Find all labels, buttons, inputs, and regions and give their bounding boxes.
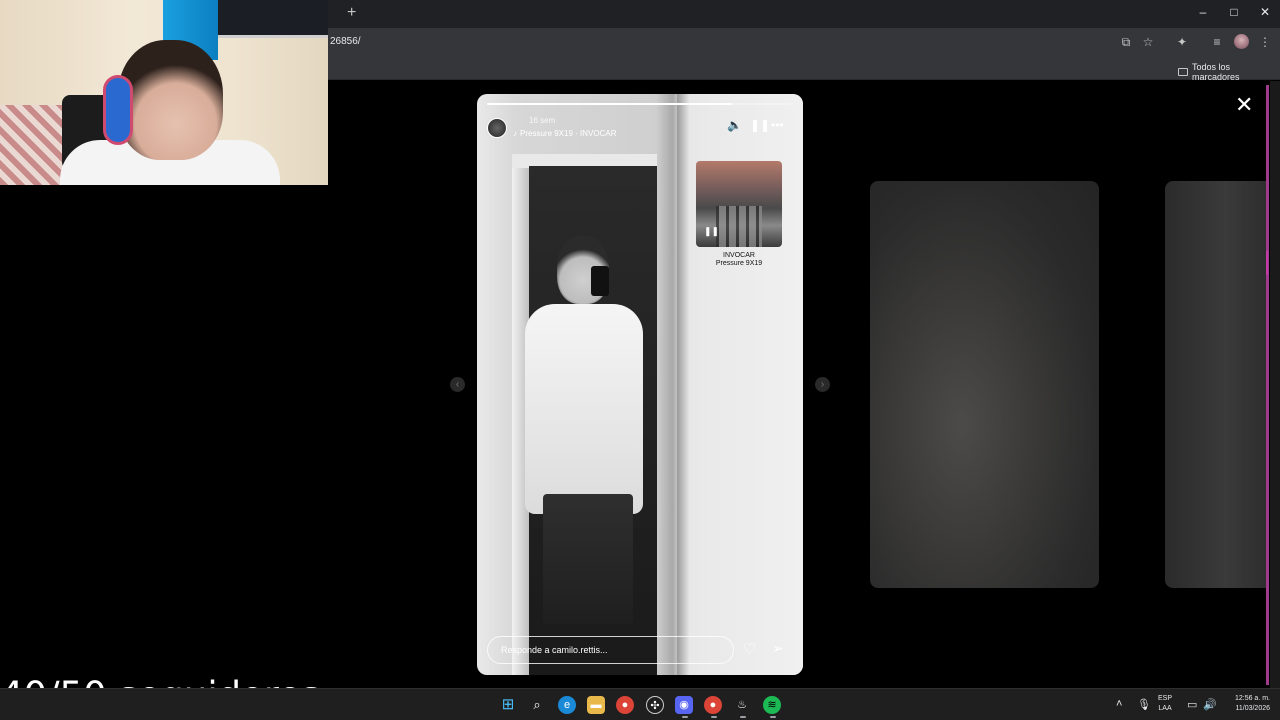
spotify-running-indicator (770, 716, 776, 718)
volume-icon[interactable]: 🔈 (727, 118, 742, 132)
previous-story-button[interactable]: ‹ (450, 377, 465, 392)
openai-icon[interactable]: ✣ (646, 696, 664, 714)
window-close-button[interactable]: ✕ (1255, 5, 1275, 19)
chrome-profile-icon[interactable]: ● (704, 696, 722, 714)
next-story-button[interactable]: › (815, 377, 830, 392)
story-card[interactable]: 16 sem ♪ Pressure 9X19 · INVOCAR 🔈 ❚❚ ••… (477, 94, 803, 675)
maximize-button[interactable]: □ (1224, 5, 1244, 19)
story-photo-person (525, 304, 643, 514)
sticker-pause-icon: ❚❚ (704, 226, 720, 236)
sticker-artist: INVOCAR (723, 252, 755, 259)
discord-running-indicator (682, 716, 688, 718)
taskbar-clock[interactable]: 12:56 a. m. 11/03/2026 (1222, 694, 1270, 714)
search-icon[interactable]: ⌕ (528, 696, 546, 714)
story-user-avatar[interactable] (487, 118, 507, 138)
story-photo-phone (591, 266, 609, 296)
language-layout: LAA (1158, 705, 1172, 712)
music-sticker[interactable]: ❚❚ (696, 161, 782, 247)
close-story-icon[interactable]: ✕ (1235, 94, 1253, 116)
next-story-preview[interactable] (870, 181, 1099, 588)
sticker-cover-art (716, 206, 762, 247)
folder-icon (1178, 68, 1188, 76)
like-heart-icon[interactable]: ♡ (743, 640, 756, 658)
clock-time: 12:56 a. m. (1234, 695, 1270, 702)
story-progress-bar (487, 103, 793, 105)
start-icon[interactable]: ⊞ (499, 696, 517, 714)
all-bookmarks-folder[interactable]: Todos los marcadores (1178, 62, 1280, 82)
windows-taskbar: ⊞ ⌕ e ▬ ● ✣ ◉ ● ♨ ≋ ˄ 🎙 ESP LAA ▭ 🔊 12:5… (0, 688, 1280, 720)
chrome-icon[interactable]: ● (616, 696, 634, 714)
chrome-active-indicator (711, 716, 717, 718)
webcam-person-head (118, 40, 223, 160)
media-controls-icon[interactable]: ≡ (1209, 34, 1225, 50)
microphone-icon[interactable]: 🎙 (1137, 698, 1151, 711)
spotify-icon[interactable]: ≋ (763, 696, 781, 714)
reply-input[interactable]: Responde a camilo.rettis... (487, 636, 734, 664)
scrollbar-accent (1266, 85, 1269, 685)
clock-date: 11/03/2026 (1235, 705, 1270, 712)
edge-icon[interactable]: e (558, 696, 576, 714)
story-time-ago: 16 sem (529, 116, 556, 125)
story-photo-legs (543, 494, 633, 624)
steam-icon[interactable]: ♨ (733, 696, 751, 714)
url-text[interactable]: 26856/ (330, 36, 361, 47)
install-app-icon[interactable]: ⧉ (1118, 34, 1134, 50)
new-tab-button[interactable]: + (347, 4, 356, 22)
file-explorer-icon[interactable]: ▬ (587, 696, 605, 714)
webcam-overlay (0, 0, 328, 185)
music-note-icon: ♪ (513, 129, 517, 138)
send-icon[interactable]: ➢ (772, 640, 784, 657)
language-code: ESP (1158, 695, 1173, 702)
page-scrollbar[interactable] (1270, 81, 1280, 688)
bookmark-star-icon[interactable]: ☆ (1140, 34, 1156, 50)
all-bookmarks-label: Todos los marcadores (1192, 62, 1240, 82)
webcam-window-bg (218, 0, 328, 38)
pause-icon[interactable]: ❚❚ (750, 118, 770, 132)
steam-running-indicator (740, 716, 746, 718)
speaker-icon[interactable]: 🔊 (1203, 698, 1217, 711)
extensions-icon[interactable]: ✦ (1174, 34, 1190, 50)
story-music-label[interactable]: ♪ Pressure 9X19 · INVOCAR (513, 129, 616, 138)
language-indicator[interactable]: ESP LAA (1158, 694, 1172, 714)
network-icon[interactable]: ▭ (1187, 698, 1197, 711)
following-story-preview[interactable] (1165, 181, 1266, 588)
discord-icon[interactable]: ◉ (675, 696, 693, 714)
story-progress-fill (487, 103, 732, 105)
story-music-text: Pressure 9X19 · INVOCAR (520, 129, 617, 138)
menu-kebab-icon[interactable]: ⋮ (1257, 34, 1273, 50)
sticker-song: Pressure 9X19 (715, 260, 763, 267)
profile-avatar[interactable] (1234, 34, 1249, 49)
minimize-button[interactable]: – (1193, 5, 1213, 19)
webcam-headphone (103, 75, 133, 145)
more-options-icon[interactable]: ••• (771, 118, 784, 132)
tray-overflow-icon[interactable]: ˄ (1116, 698, 1122, 710)
